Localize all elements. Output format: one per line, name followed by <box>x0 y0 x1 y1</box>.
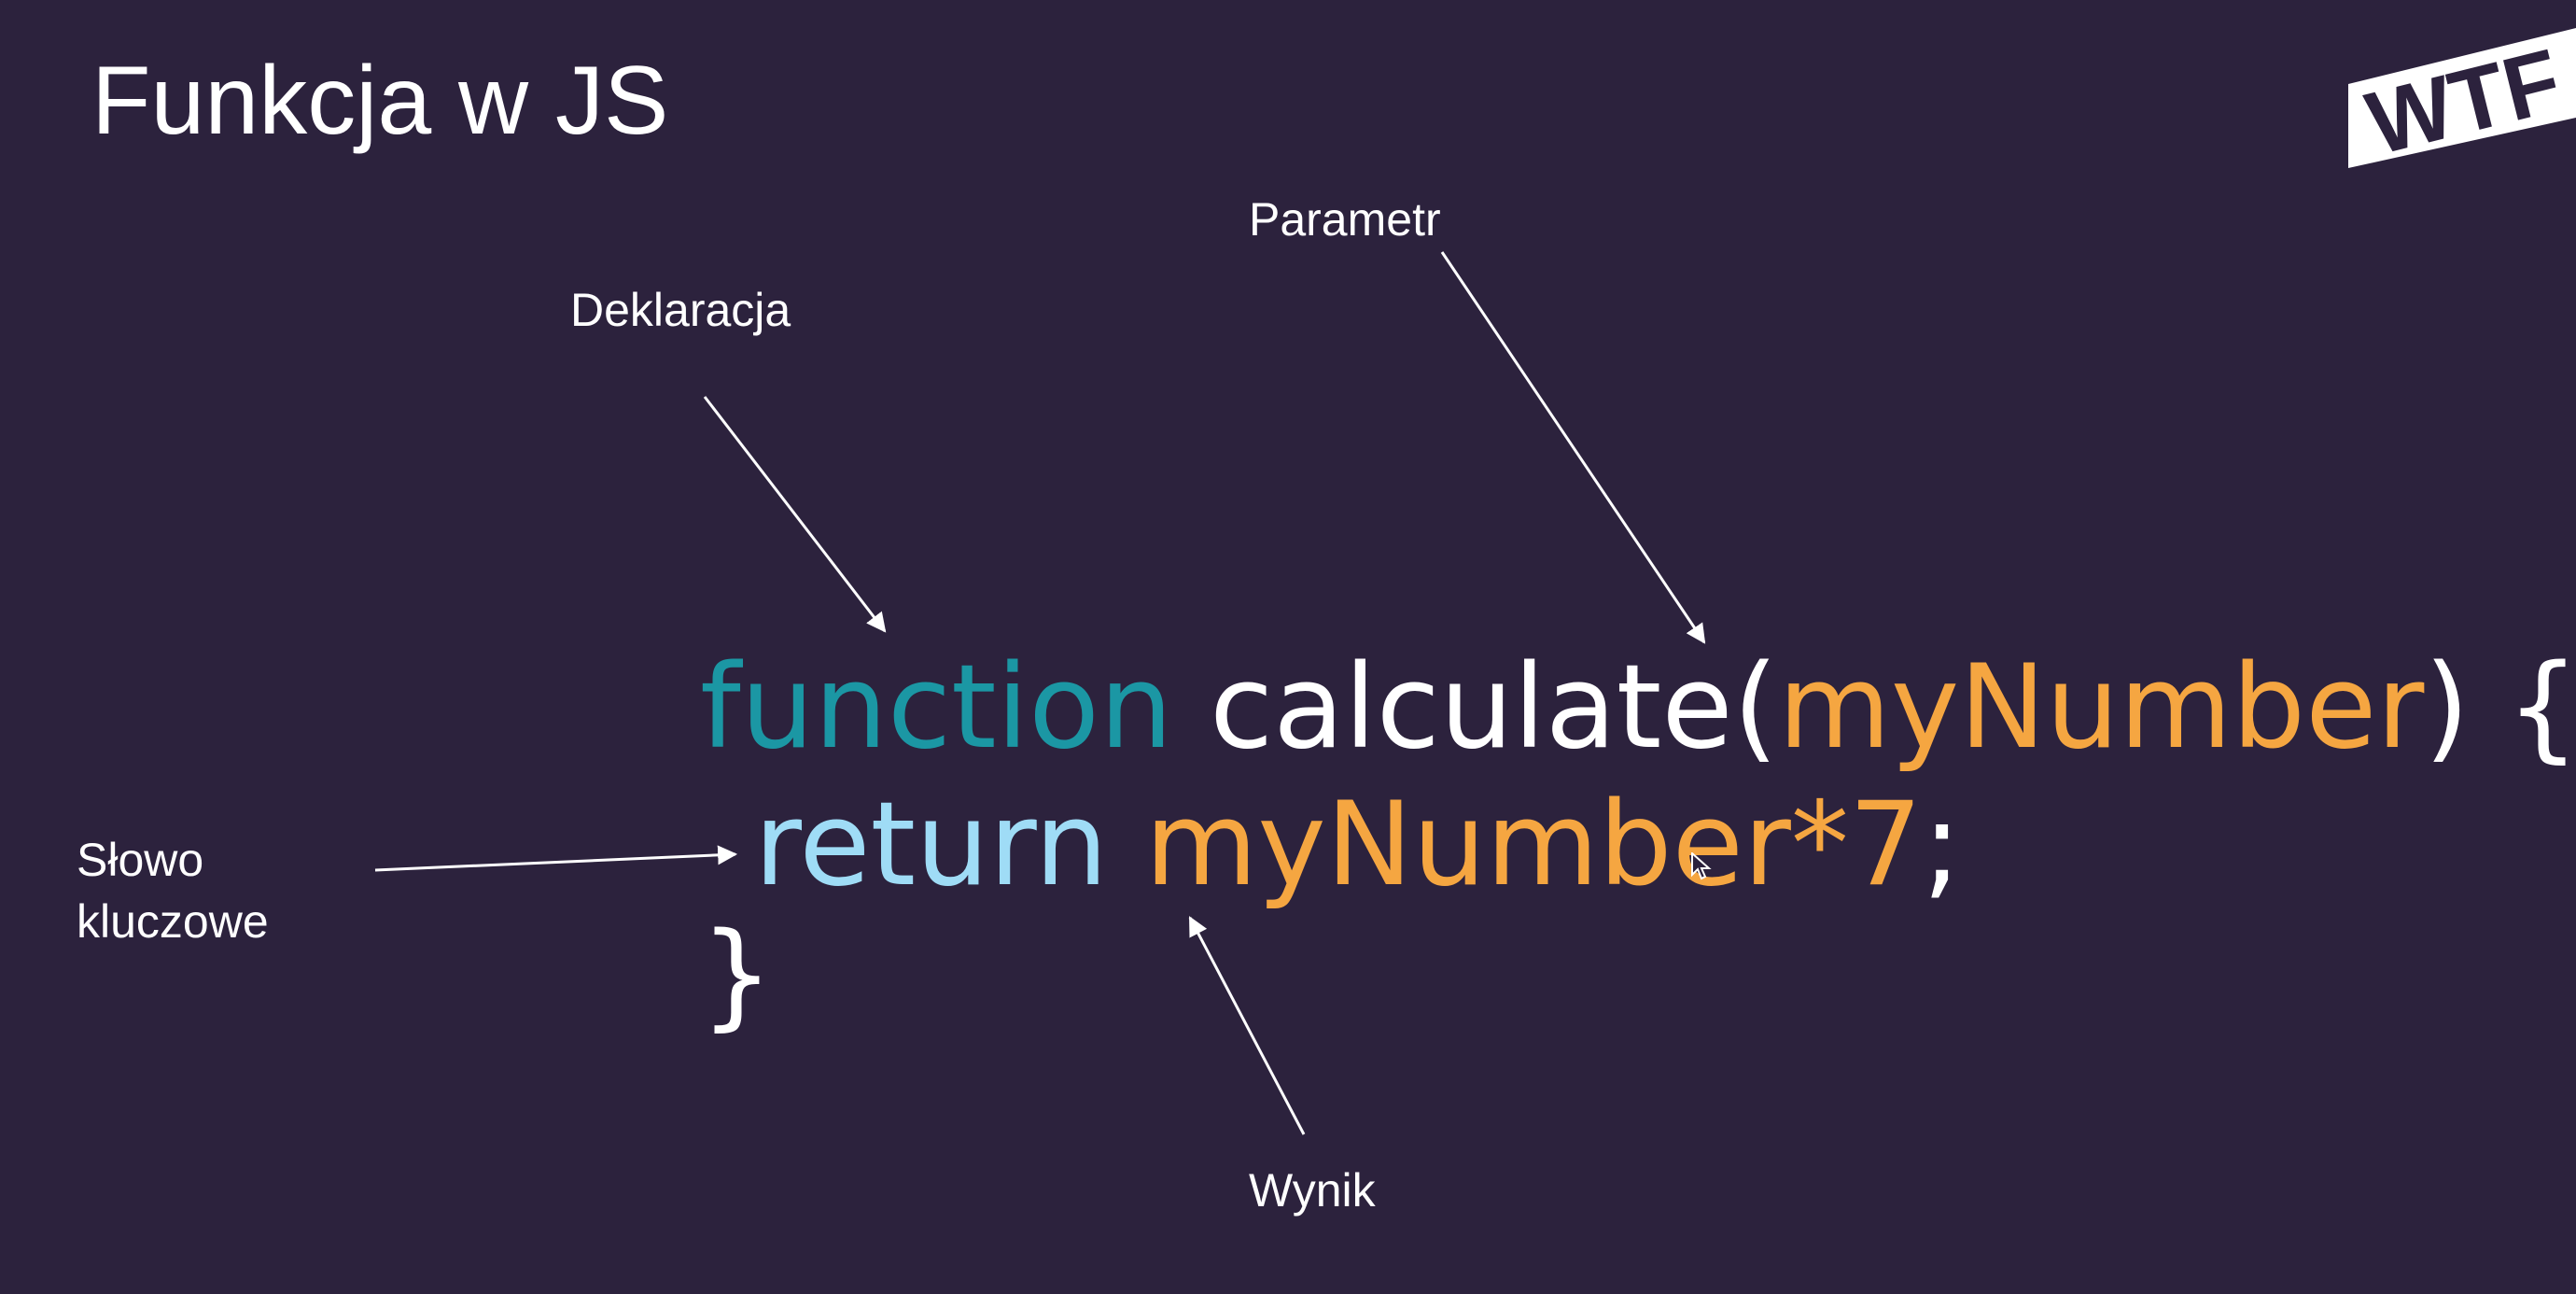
arrow-slowo-kluczowe <box>374 845 738 872</box>
code-keyword-return: return <box>754 778 1109 912</box>
code-line-function: function calculate(myNumber) { <box>700 638 2576 778</box>
code-return-expression: myNumber*7 <box>1144 778 1923 912</box>
label-slowo-line2: kluczowe <box>77 895 269 948</box>
arrow-wynik <box>1188 916 1306 1135</box>
label-wynik: Wynik <box>1249 1164 1376 1217</box>
label-deklaracja: Deklaracja <box>570 284 791 336</box>
arrow-deklaracja <box>703 396 887 633</box>
code-open-brace: ) { <box>2424 640 2576 775</box>
wtf-logo: WTF <box>2348 28 2576 168</box>
label-parametr: Parametr <box>1249 193 1441 246</box>
code-line-close: } <box>700 906 774 1046</box>
label-slowo-line1: Słowo <box>77 834 204 886</box>
logo-text: WTF <box>2358 30 2570 168</box>
code-line-return: return myNumber*7; <box>754 775 1962 915</box>
slide-title: Funkcja w JS <box>91 47 669 155</box>
code-close-brace: } <box>700 908 774 1043</box>
code-keyword-function: function <box>700 640 1173 775</box>
code-semicolon: ; <box>1922 778 1962 912</box>
arrow-parametr <box>1440 251 1706 644</box>
code-function-name: calculate( <box>1209 640 1779 775</box>
label-slowo-kluczowe: Słowo kluczowe <box>77 829 269 952</box>
code-parameter: myNumber <box>1778 640 2425 775</box>
mouse-cursor-icon <box>1691 852 1712 880</box>
